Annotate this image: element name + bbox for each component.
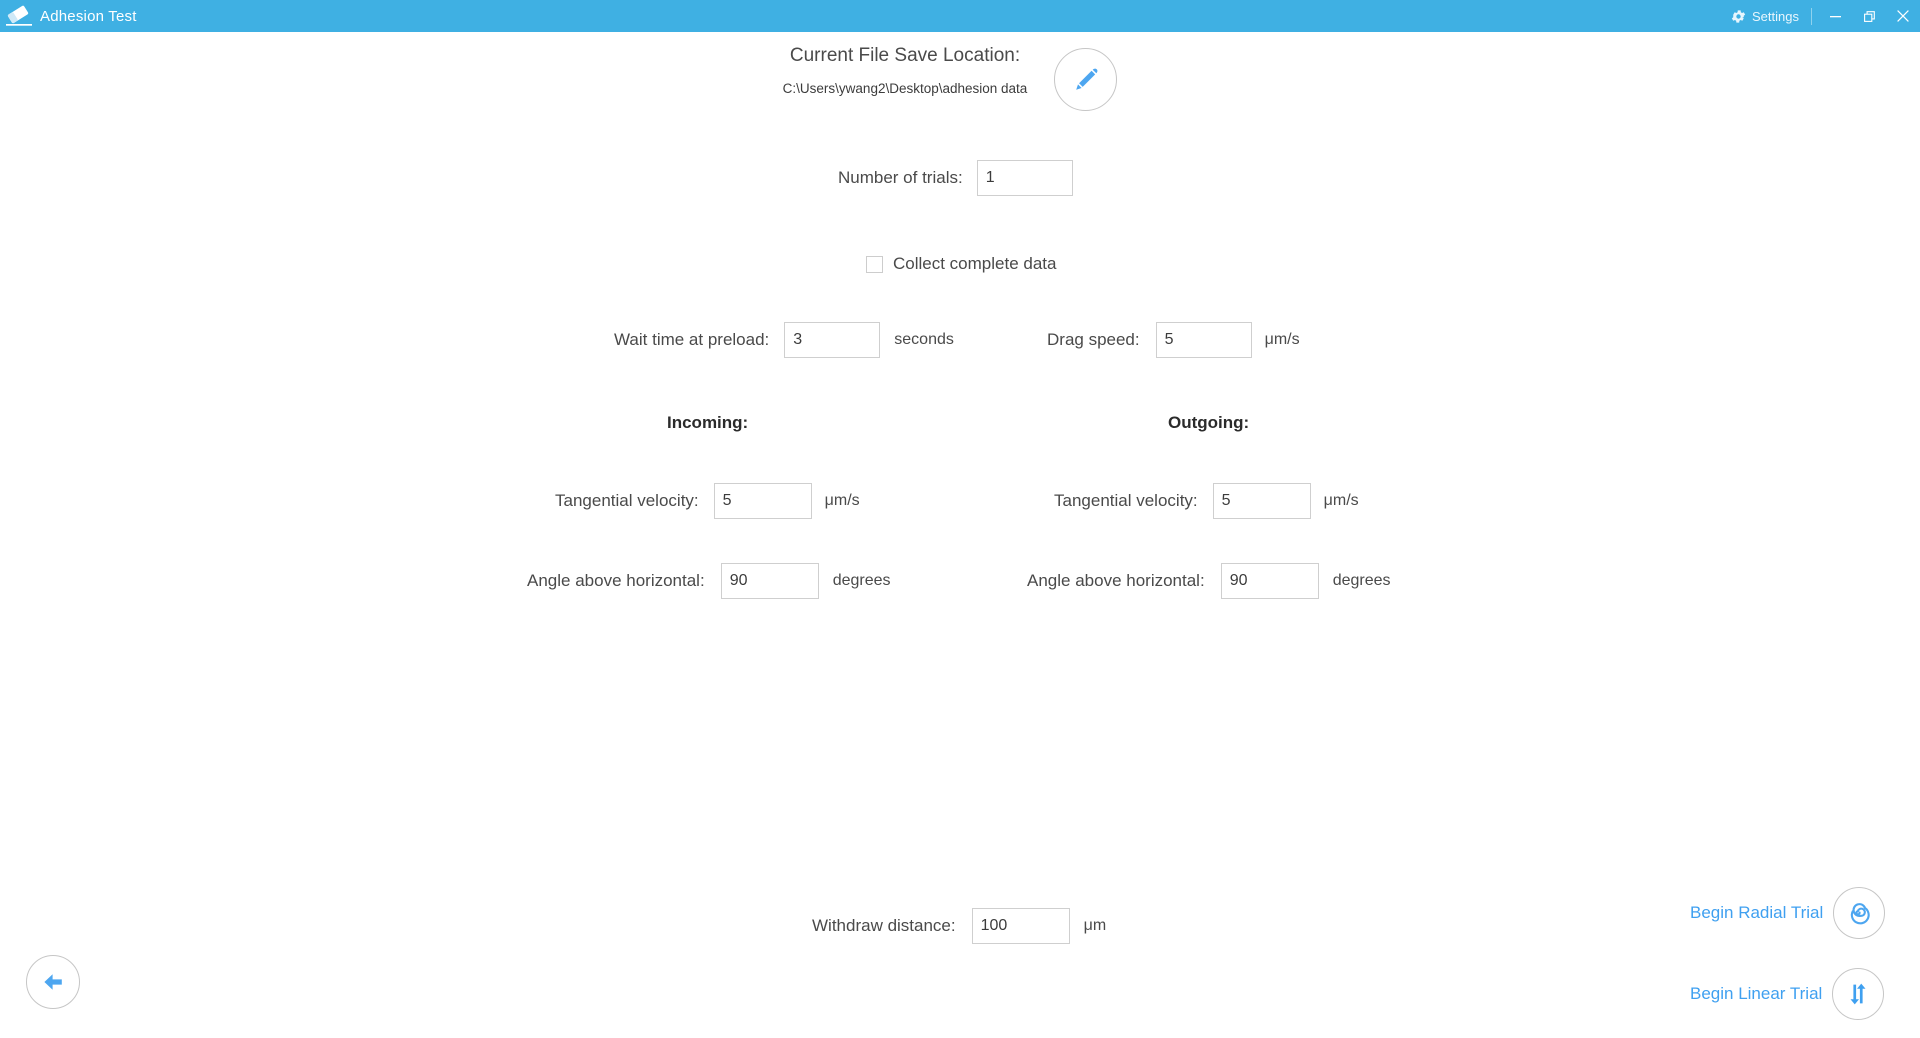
titlebar: Adhesion Test Settings (0, 0, 1920, 32)
incoming-angle-input[interactable] (720, 563, 819, 599)
minimize-button[interactable] (1818, 0, 1852, 32)
settings-button[interactable]: Settings (1722, 0, 1807, 32)
begin-radial-trial-label[interactable]: Begin Radial Trial (1690, 903, 1823, 923)
restore-icon (1863, 10, 1875, 22)
pencil-icon (1075, 68, 1097, 90)
save-location-title: Current File Save Location: (789, 45, 1021, 66)
edit-path-button[interactable] (1054, 48, 1117, 111)
begin-linear-trial-label[interactable]: Begin Linear Trial (1690, 984, 1822, 1004)
outgoing-tangential-velocity-label: Tangential velocity: (1054, 491, 1198, 510)
begin-linear-trial-button[interactable] (1832, 968, 1885, 1020)
wait-time-unit: seconds (894, 331, 954, 348)
incoming-tangential-velocity-row: Tangential velocity: μm/s (555, 483, 860, 519)
outgoing-tangential-velocity-input[interactable] (1212, 483, 1311, 519)
drag-speed-unit: μm/s (1264, 331, 1300, 348)
trials-row: Number of trials: (838, 160, 1073, 196)
settings-label: Settings (1752, 8, 1799, 24)
restore-button[interactable] (1852, 0, 1886, 32)
outgoing-header: Outgoing: (1168, 413, 1250, 432)
outgoing-tangential-velocity-unit: μm/s (1323, 492, 1359, 509)
withdraw-distance-label: Withdraw distance: (812, 916, 956, 935)
arrow-left-icon (44, 974, 62, 990)
up-down-arrows-icon (1850, 983, 1866, 1005)
trials-label: Number of trials: (838, 168, 963, 187)
collect-complete-data-checkbox[interactable] (866, 255, 883, 273)
drag-speed-row: Drag speed: μm/s (1047, 322, 1300, 358)
save-location-path: C:\Users\ywang2\Desktop\adhesion data (782, 81, 1028, 96)
drag-speed-label: Drag speed: (1047, 330, 1140, 349)
outgoing-tangential-velocity-row: Tangential velocity: μm/s (1054, 483, 1359, 519)
collect-complete-data-label: Collect complete data (893, 254, 1057, 273)
wait-time-label: Wait time at preload: (614, 330, 770, 349)
incoming-angle-unit: degrees (832, 572, 891, 589)
withdraw-distance-input[interactable] (971, 908, 1070, 944)
outgoing-angle-unit: degrees (1332, 572, 1391, 589)
incoming-angle-row: Angle above horizontal: degrees (527, 563, 891, 599)
incoming-header: Incoming: (667, 413, 749, 432)
incoming-angle-label: Angle above horizontal: (527, 571, 705, 590)
incoming-tangential-velocity-input[interactable] (713, 483, 812, 519)
back-button[interactable] (26, 955, 80, 1009)
incoming-tangential-velocity-label: Tangential velocity: (555, 491, 699, 510)
begin-radial-trial[interactable]: Begin Radial Trial (1690, 887, 1886, 939)
drag-speed-input[interactable] (1155, 322, 1252, 358)
withdraw-distance-row: Withdraw distance: μm (812, 908, 1106, 944)
close-button[interactable] (1886, 0, 1920, 32)
outgoing-angle-label: Angle above horizontal: (1027, 571, 1205, 590)
window-controls: Settings (1722, 0, 1920, 32)
collect-complete-data-row: Collect complete data (866, 254, 1056, 274)
gear-icon (1731, 9, 1746, 23)
withdraw-distance-unit: μm (1083, 917, 1107, 934)
eraser-icon (6, 5, 32, 26)
wait-time-input[interactable] (784, 322, 881, 358)
outgoing-angle-input[interactable] (1220, 563, 1319, 599)
minimize-icon (1829, 15, 1841, 17)
close-icon (1897, 10, 1909, 22)
app-title: Adhesion Test (40, 7, 137, 25)
wait-time-row: Wait time at preload: seconds (614, 322, 954, 358)
trials-input[interactable] (976, 160, 1073, 196)
begin-radial-trial-button[interactable] (1833, 887, 1886, 939)
begin-linear-trial[interactable]: Begin Linear Trial (1690, 968, 1885, 1020)
titlebar-divider (1811, 7, 1812, 25)
outgoing-angle-row: Angle above horizontal: degrees (1027, 563, 1391, 599)
spiral-icon (1851, 903, 1870, 925)
save-location-block: Current File Save Location: C:\Users\ywa… (770, 45, 1040, 96)
incoming-tangential-velocity-unit: μm/s (824, 492, 860, 509)
